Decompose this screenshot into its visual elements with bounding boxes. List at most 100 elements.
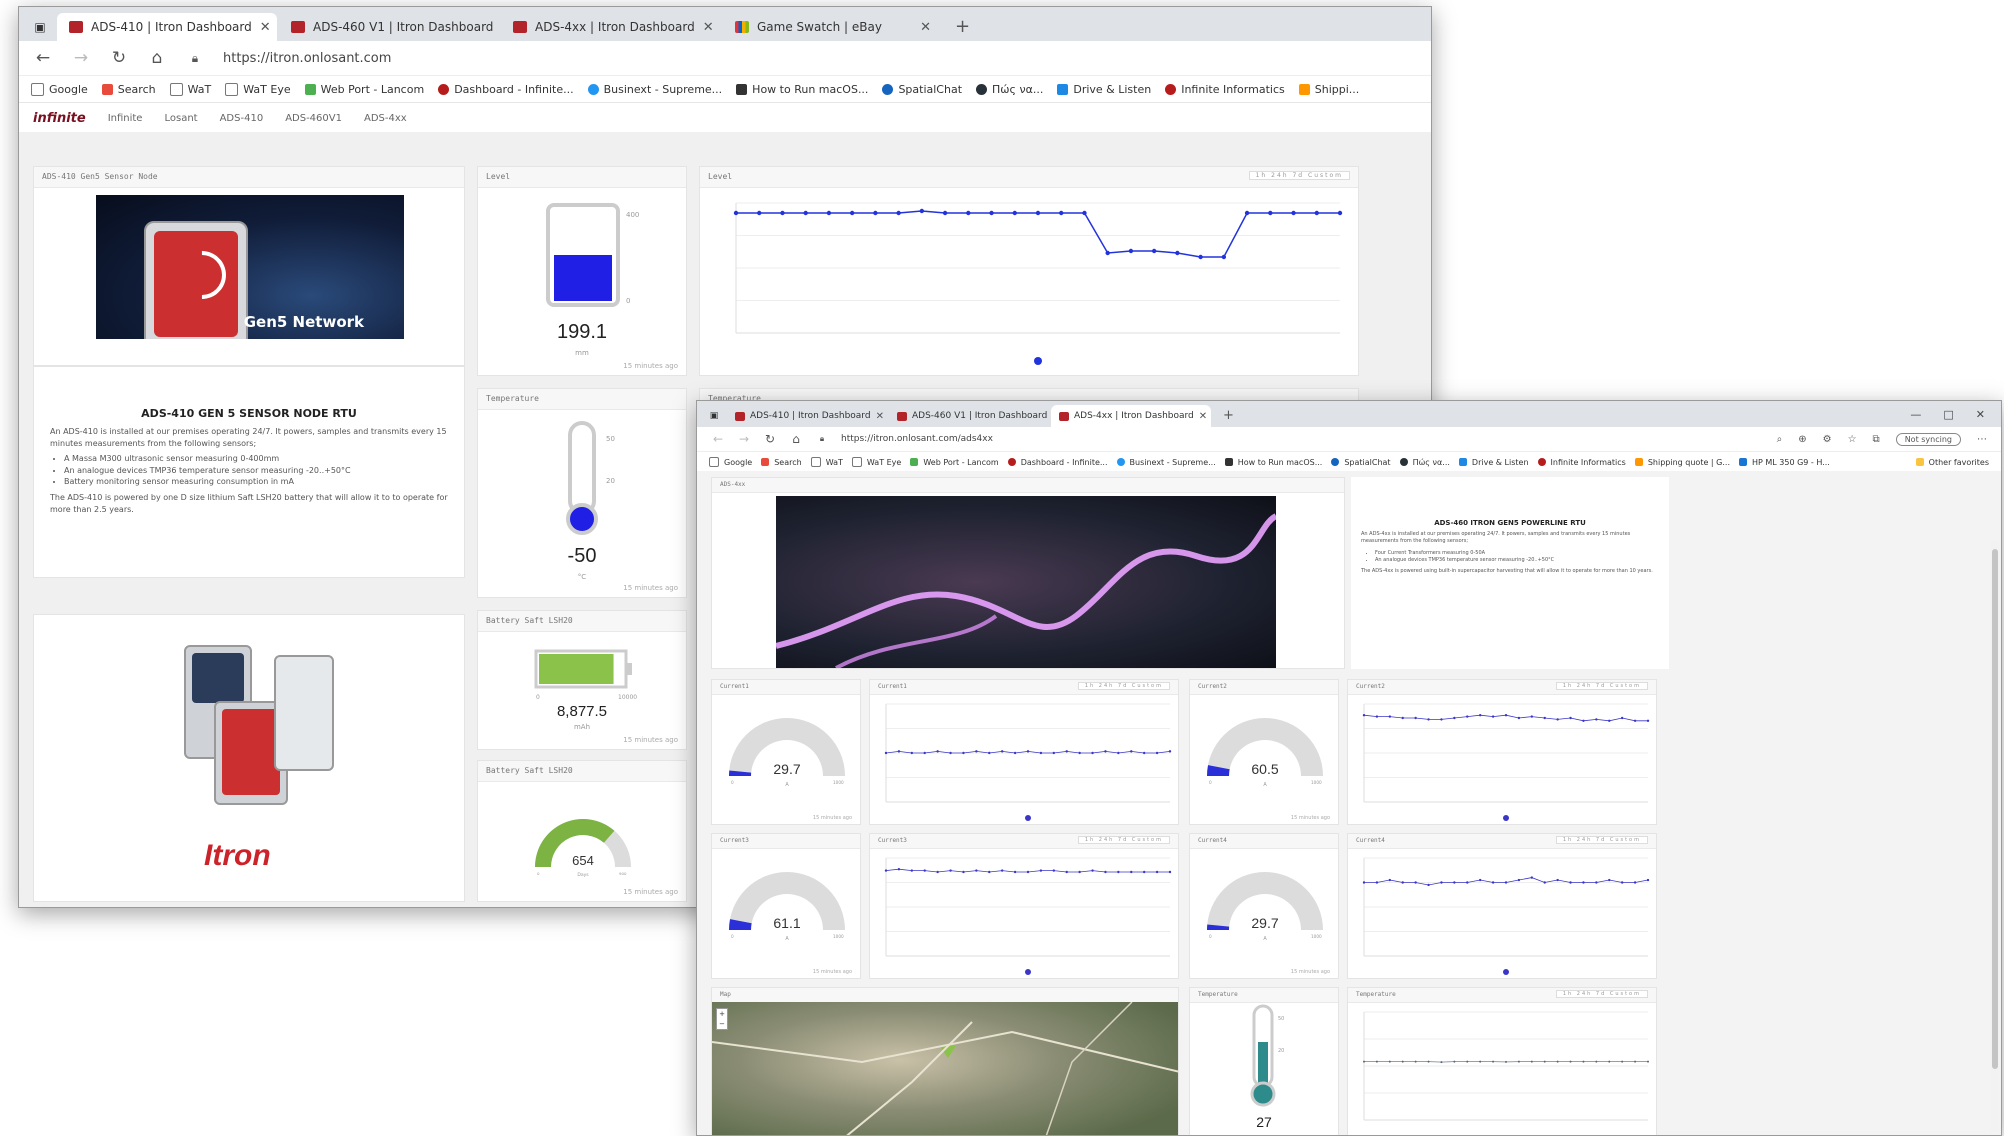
close-icon[interactable]: ✕: [260, 20, 271, 35]
last-updated: 15 minutes ago: [623, 736, 678, 744]
tab-ebay[interactable]: Game Swatch | eBay ✕: [723, 13, 943, 41]
itron-favicon-icon: [69, 21, 83, 33]
close-icon[interactable]: ✕: [920, 20, 931, 35]
bookmark-item[interactable]: Shipping quote | G...: [1635, 458, 1730, 467]
back-icon[interactable]: ←: [33, 48, 53, 68]
data-point: [898, 868, 900, 870]
last-updated: 15 minutes ago: [813, 815, 852, 821]
header-card: ADS-4xx: [711, 477, 1345, 669]
address-bar: ← → ↻ ⌂ 🔒︎ https://itron.onlosant.com/ad…: [697, 427, 2001, 452]
data-point: [850, 211, 854, 215]
favorites-icon[interactable]: ☆: [1848, 434, 1857, 445]
bookmark-item[interactable]: Businext - Supreme...: [1117, 458, 1216, 467]
legend-marker: [1025, 969, 1031, 975]
description-outro: The ADS-4xx is powered using built-in su…: [1361, 568, 1659, 575]
bookmark-item[interactable]: WaT: [811, 457, 843, 467]
refresh-icon[interactable]: ↻: [763, 432, 777, 446]
forward-icon[interactable]: →: [737, 432, 751, 446]
bookmark-item[interactable]: WaT Eye: [852, 457, 901, 467]
forward-icon[interactable]: →: [71, 48, 91, 68]
back-icon[interactable]: ←: [711, 432, 725, 446]
data-point: [1582, 720, 1584, 722]
close-icon[interactable]: ✕: [876, 411, 884, 422]
bookmark-item[interactable]: Dashboard - Infinite...: [1008, 458, 1108, 467]
more-icon[interactable]: ⋯: [1977, 434, 1987, 445]
bookmark-item[interactable]: Businext - Supreme...: [588, 83, 723, 96]
gauge-unit: A: [785, 936, 789, 942]
dashboard-content: ADS-4xx ADS-460 ITRON GEN5 POWERLINE RTU…: [697, 471, 2001, 1135]
close-window-button[interactable]: ✕: [1976, 408, 1985, 421]
bookmark-item[interactable]: How to Run macOS...: [1225, 458, 1323, 467]
bookmark-item[interactable]: SpatialChat: [1331, 458, 1390, 467]
zoom-icon[interactable]: ⌕: [1777, 434, 1783, 445]
bookmark-item[interactable]: WaT Eye: [225, 83, 290, 96]
collections-icon[interactable]: ⧉: [1873, 434, 1880, 445]
bookmark-item[interactable]: How to Run macOS...: [736, 83, 868, 96]
tab-ads410[interactable]: ADS-410 | Itron Dashboard ✕: [57, 13, 277, 41]
time-range-selector[interactable]: 1h 24h 7d Custom: [1556, 836, 1648, 844]
bookmark-item[interactable]: Google: [31, 83, 88, 96]
bookmark-item[interactable]: WaT: [170, 83, 212, 96]
time-range-selector[interactable]: 1h 24h 7d Custom: [1556, 682, 1648, 690]
nav-item-infinite[interactable]: Infinite: [108, 113, 143, 124]
sidebar-toggle[interactable]: ▣: [703, 405, 725, 427]
bookmark-item[interactable]: Infinite Informatics: [1538, 458, 1626, 467]
nav-item-losant[interactable]: Losant: [164, 113, 197, 124]
bookmark-item[interactable]: Infinite Informatics: [1165, 83, 1285, 96]
bookmark-item[interactable]: Drive & Listen: [1459, 458, 1529, 467]
bookmark-item[interactable]: Πώς να...: [1400, 458, 1450, 467]
nav-item-ads460v1[interactable]: ADS-460V1: [285, 113, 342, 124]
bookmark-item[interactable]: Drive & Listen: [1057, 83, 1151, 96]
bookmark-item[interactable]: HP ML 350 G9 - H...: [1739, 458, 1830, 467]
data-point: [1531, 1061, 1533, 1063]
url-field[interactable]: https://itron.onlosant.com/ads4xx: [841, 434, 993, 444]
url-field[interactable]: https://itron.onlosant.com: [223, 51, 391, 66]
bookmark-item[interactable]: Search: [102, 83, 156, 96]
bookmark-item[interactable]: Search: [761, 458, 801, 467]
settings-icon[interactable]: ⚙: [1823, 434, 1832, 445]
bookmark-item[interactable]: Google: [709, 457, 752, 467]
sidebar-toggle[interactable]: ▣: [25, 13, 55, 41]
bookmark-item[interactable]: Web Port - Lancom: [305, 83, 425, 96]
tab-ads410[interactable]: ADS-410 | Itron Dashboard ✕: [727, 405, 887, 427]
bookmark-item[interactable]: Shippi...: [1299, 83, 1360, 96]
time-range-selector[interactable]: 1h 24h 7d Custom: [1556, 990, 1648, 998]
time-range-selector[interactable]: 1h 24h 7d Custom: [1249, 171, 1350, 180]
nav-item-ads410[interactable]: ADS-410: [220, 113, 264, 124]
refresh-icon[interactable]: ↻: [109, 48, 129, 68]
home-icon[interactable]: ⌂: [789, 432, 803, 446]
tab-ads4xx[interactable]: ADS-4xx | Itron Dashboard ✕: [1051, 405, 1211, 427]
profile-button[interactable]: Not syncing: [1896, 433, 1961, 446]
vertical-scrollbar[interactable]: [1991, 541, 1999, 1131]
page-icon: [811, 457, 821, 467]
time-range-selector[interactable]: 1h 24h 7d Custom: [1078, 836, 1170, 844]
extensions-icon[interactable]: ⊕: [1798, 434, 1806, 445]
tab-ads460[interactable]: ADS-460 V1 | Itron Dashboard ✕: [889, 405, 1049, 427]
infinite-logo[interactable]: infinite: [33, 111, 86, 126]
new-tab-button[interactable]: +: [1213, 408, 1244, 427]
description-intro: An ADS-4xx is installed at our premises …: [1361, 531, 1659, 546]
home-icon[interactable]: ⌂: [147, 48, 167, 68]
bookmarks-bar: Google Search WaT WaT Eye Web Port - Lan…: [19, 76, 1431, 103]
close-icon[interactable]: ✕: [703, 20, 714, 35]
time-range-selector[interactable]: 1h 24h 7d Custom: [1078, 682, 1170, 690]
bookmark-item[interactable]: SpatialChat: [882, 83, 962, 96]
bookmark-item[interactable]: Web Port - Lancom: [910, 458, 998, 467]
bookmark-item[interactable]: Πώς να...: [976, 83, 1043, 96]
itron-favicon-icon: [291, 21, 305, 33]
tab-ads4xx[interactable]: ADS-4xx | Itron Dashboard ✕: [501, 13, 721, 41]
data-point: [1440, 1061, 1442, 1063]
satellite-map[interactable]: +−: [712, 1002, 1179, 1136]
close-icon[interactable]: ✕: [1199, 411, 1207, 422]
maximize-button[interactable]: □: [1943, 408, 1953, 421]
scrollbar-thumb[interactable]: [1992, 549, 1998, 1069]
new-tab-button[interactable]: +: [945, 16, 980, 41]
other-favorites[interactable]: Other favorites: [1916, 458, 1989, 467]
bookmark-item[interactable]: Dashboard - Infinite...: [438, 83, 573, 96]
lock-icon[interactable]: 🔒︎: [815, 434, 829, 444]
lock-icon[interactable]: 🔒︎: [185, 51, 205, 66]
data-point: [962, 752, 964, 754]
nav-item-ads4xx[interactable]: ADS-4xx: [364, 113, 407, 124]
minimize-button[interactable]: —: [1910, 408, 1921, 421]
tab-ads460[interactable]: ADS-460 V1 | Itron Dashboard ✕: [279, 13, 499, 41]
